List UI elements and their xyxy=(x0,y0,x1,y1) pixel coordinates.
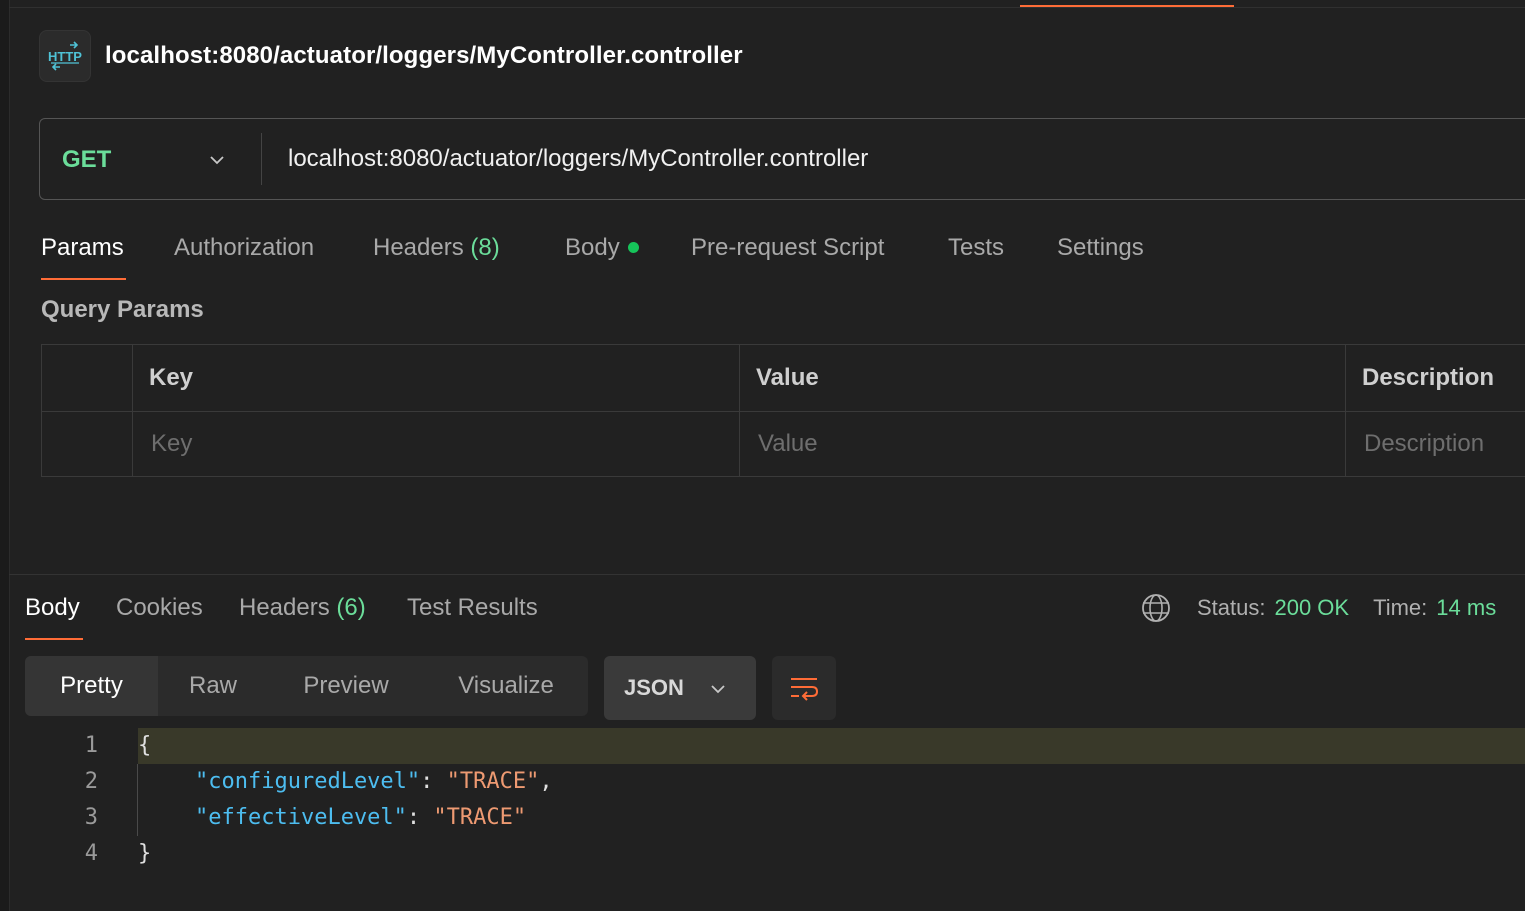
json-key: "configuredLevel" xyxy=(195,769,421,794)
column-header-value: Value xyxy=(756,364,819,391)
json-brace: } xyxy=(138,841,152,866)
response-tab-headers-count: (6) xyxy=(336,594,366,621)
body-indicator-dot xyxy=(627,242,639,253)
tab-tests[interactable]: Tests xyxy=(948,228,1004,278)
tab-settings[interactable]: Settings xyxy=(1057,228,1144,278)
json-string: "TRACE" xyxy=(446,769,540,794)
response-tab-body[interactable]: Body xyxy=(25,588,83,640)
query-params-title: Query Params xyxy=(41,296,204,323)
json-string: "TRACE" xyxy=(433,805,527,830)
time-value[interactable]: 14 ms xyxy=(1436,595,1496,621)
line-number: 3 xyxy=(84,805,98,830)
view-pretty-button[interactable]: Pretty xyxy=(25,656,158,716)
json-colon: : xyxy=(420,769,447,794)
code-line: } xyxy=(138,841,151,866)
method-selector[interactable]: GET xyxy=(62,119,111,201)
wrap-lines-icon xyxy=(791,678,819,701)
response-divider[interactable] xyxy=(9,574,1525,575)
response-tab-cookies[interactable]: Cookies xyxy=(116,588,203,638)
request-header: HTTP localhost:8080/actuator/loggers/MyC… xyxy=(39,30,743,82)
url-bar: GET localhost:8080/actuator/loggers/MyCo… xyxy=(39,118,1525,200)
json-colon: : xyxy=(406,805,434,830)
url-input[interactable]: localhost:8080/actuator/loggers/MyContro… xyxy=(288,119,868,199)
response-status: Status: 200 OK Time: 14 ms xyxy=(1140,588,1496,628)
view-visualize-button[interactable]: Visualize xyxy=(424,656,588,716)
http-icon: HTTP xyxy=(39,30,91,82)
description-input[interactable]: Description xyxy=(1364,411,1484,477)
time-label: Time: xyxy=(1373,595,1428,620)
view-raw-button[interactable]: Raw xyxy=(158,656,268,716)
globe-icon[interactable] xyxy=(1140,592,1172,624)
response-body-code[interactable]: 1 2 3 4 { "configuredLevel": "TRACE", "e… xyxy=(0,728,1525,878)
tab-authorization[interactable]: Authorization xyxy=(174,228,314,278)
json-comma: , xyxy=(539,769,553,794)
tab-underline xyxy=(41,278,126,280)
value-input[interactable]: Value xyxy=(758,411,818,477)
line-number: 1 xyxy=(84,733,98,758)
view-mode-group: Pretty Raw Preview Visualize xyxy=(25,656,588,716)
response-tab-headers-label: Headers xyxy=(239,594,330,621)
status-value[interactable]: 200 OK xyxy=(1274,595,1349,621)
code-line: "configuredLevel": "TRACE", xyxy=(195,769,553,794)
column-header-key: Key xyxy=(149,364,194,391)
view-preview-button[interactable]: Preview xyxy=(268,656,424,716)
json-key: "effectiveLevel" xyxy=(195,805,407,830)
line-number: 2 xyxy=(84,769,98,794)
request-title[interactable]: localhost:8080/actuator/loggers/MyContro… xyxy=(105,42,743,70)
top-tab-strip xyxy=(9,0,1525,8)
tab-headers-count: (8) xyxy=(470,234,500,261)
status-label: Status: xyxy=(1197,595,1266,620)
key-input[interactable]: Key xyxy=(151,411,192,477)
format-selector[interactable]: JSON xyxy=(604,656,756,720)
response-tab-body-label: Body xyxy=(25,594,80,621)
table-row: Key Value Description xyxy=(42,411,1525,478)
tab-prerequest-script[interactable]: Pre-request Script xyxy=(691,228,884,278)
chevron-down-icon xyxy=(711,685,725,694)
json-brace: { xyxy=(138,733,152,758)
tab-headers[interactable]: Headers (8) xyxy=(373,228,500,278)
line-number: 4 xyxy=(84,841,98,866)
chevron-down-icon[interactable] xyxy=(208,151,226,169)
url-divider xyxy=(261,133,262,185)
code-line: "effectiveLevel": "TRACE" xyxy=(195,805,526,830)
column-header-description: Description xyxy=(1362,364,1495,391)
tab-body[interactable]: Body xyxy=(565,228,639,278)
indent-guide xyxy=(137,764,138,836)
response-tab-test-results[interactable]: Test Results xyxy=(407,588,538,638)
tab-params[interactable]: Params xyxy=(41,228,126,280)
tab-params-label: Params xyxy=(41,234,124,261)
code-line: { xyxy=(138,733,151,758)
active-tab-indicator xyxy=(1020,5,1234,7)
tab-underline xyxy=(25,638,83,640)
tab-headers-label: Headers xyxy=(373,234,464,261)
response-tab-headers[interactable]: Headers (6) xyxy=(239,588,366,638)
query-params-table: Key Value Description Key Value Descript… xyxy=(41,344,1525,477)
current-line-highlight xyxy=(138,728,1525,764)
tab-body-label: Body xyxy=(565,234,620,261)
wrap-lines-button[interactable] xyxy=(772,656,836,720)
svg-text:HTTP: HTTP xyxy=(48,49,82,64)
table-header-row: Key Value Description xyxy=(42,345,1525,411)
format-label: JSON xyxy=(624,675,684,700)
